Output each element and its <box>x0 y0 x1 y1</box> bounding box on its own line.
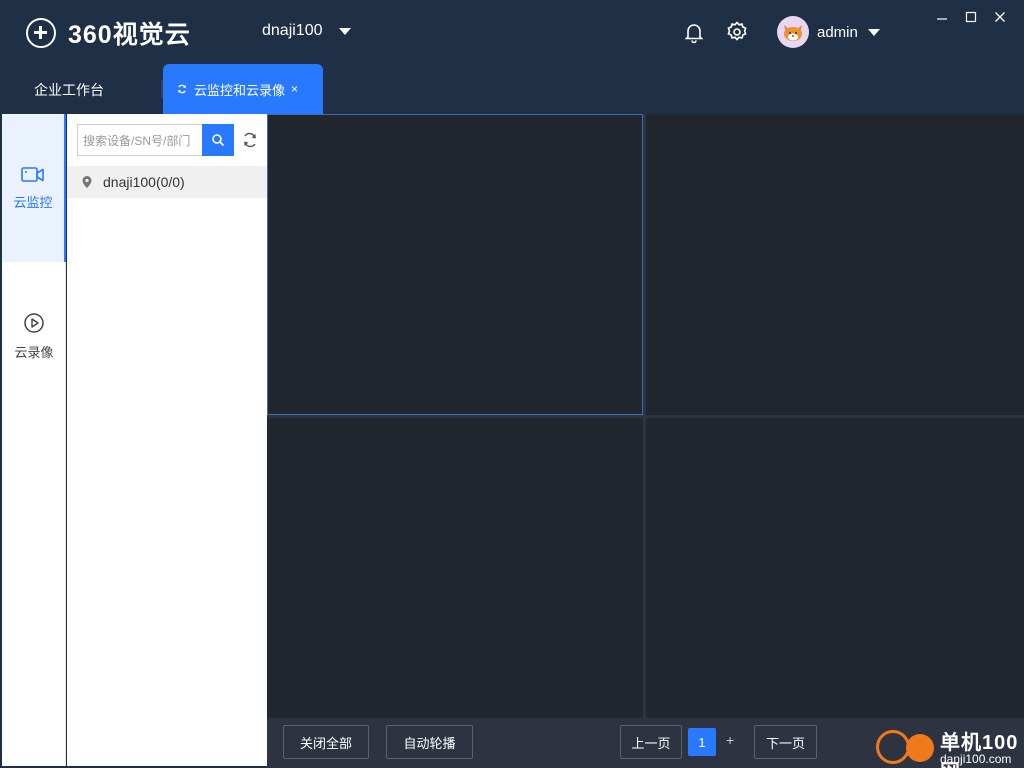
watermark-logo-icon <box>906 734 934 762</box>
watermark-url: danji100.com <box>940 752 1012 766</box>
app-logo: 360视觉云 <box>26 18 191 49</box>
video-cell-3[interactable] <box>267 418 643 718</box>
logo-text: 360视觉云 <box>68 21 191 49</box>
page-number[interactable]: 1 <box>688 728 716 756</box>
nav-item-cloud-recording[interactable]: 云录像 <box>2 262 66 410</box>
chevron-down-icon <box>867 28 880 36</box>
gear-icon[interactable] <box>725 20 749 44</box>
nav-label: 云录像 <box>14 344 54 360</box>
tree-node-label: dnaji100(0/0) <box>103 174 185 190</box>
tab-cloud-monitor-recording[interactable]: 云监控和云录像 × <box>163 64 323 114</box>
add-page-button[interactable]: + <box>726 732 734 748</box>
nav-label: 云监控 <box>13 194 53 210</box>
nav-item-cloud-monitor[interactable]: 云监控 <box>2 114 66 262</box>
bell-icon[interactable] <box>682 20 706 44</box>
logo-plus-icon <box>26 18 56 48</box>
company-name: dnaji100 <box>262 22 323 39</box>
video-grid <box>267 114 1024 718</box>
minimize-icon[interactable] <box>932 8 952 26</box>
tab-enterprise-workbench[interactable]: 企业工作台 <box>34 80 104 100</box>
watermark: 单机100网 danji100.com <box>872 726 1024 768</box>
refresh-icon[interactable] <box>241 131 259 149</box>
next-page-button[interactable]: 下一页 <box>754 725 817 759</box>
tree-node-company[interactable]: dnaji100(0/0) <box>67 166 267 198</box>
maximize-icon[interactable] <box>961 8 981 26</box>
user-name: admin <box>817 23 858 41</box>
prev-page-button[interactable]: 上一页 <box>620 725 682 759</box>
camera-icon <box>21 166 44 182</box>
company-selector[interactable]: dnaji100 <box>262 22 351 40</box>
user-menu[interactable]: admin <box>777 16 880 48</box>
tab-bar: 企业工作台 云监控和云录像 × <box>0 64 1024 114</box>
tab-close-icon[interactable]: × <box>291 82 298 96</box>
avatar <box>777 16 809 48</box>
watermark-logo-icon <box>876 730 910 764</box>
fox-avatar-icon <box>784 25 802 41</box>
video-cell-2[interactable] <box>646 114 1024 415</box>
play-circle-icon <box>24 312 44 333</box>
device-tree-panel: 搜索设备/SN号/部门 dnaji100(0/0) <box>67 114 267 766</box>
search-input[interactable]: 搜索设备/SN号/部门 <box>77 124 202 156</box>
search-button[interactable] <box>202 124 234 156</box>
title-bar: 360视觉云 dnaji100 admin <box>0 0 1024 64</box>
search-icon <box>212 134 225 147</box>
video-cell-1[interactable] <box>267 114 643 415</box>
close-all-button[interactable]: 关闭全部 <box>283 725 369 759</box>
refresh-icon <box>178 84 186 94</box>
left-nav: 云监控 云录像 <box>2 114 66 766</box>
auto-rotate-button[interactable]: 自动轮播 <box>386 725 473 759</box>
video-cell-4[interactable] <box>646 418 1024 718</box>
tab-label: 云监控和云录像 <box>194 82 286 98</box>
close-icon[interactable] <box>990 8 1010 26</box>
chevron-down-icon <box>338 27 351 35</box>
location-pin-icon <box>82 176 92 188</box>
